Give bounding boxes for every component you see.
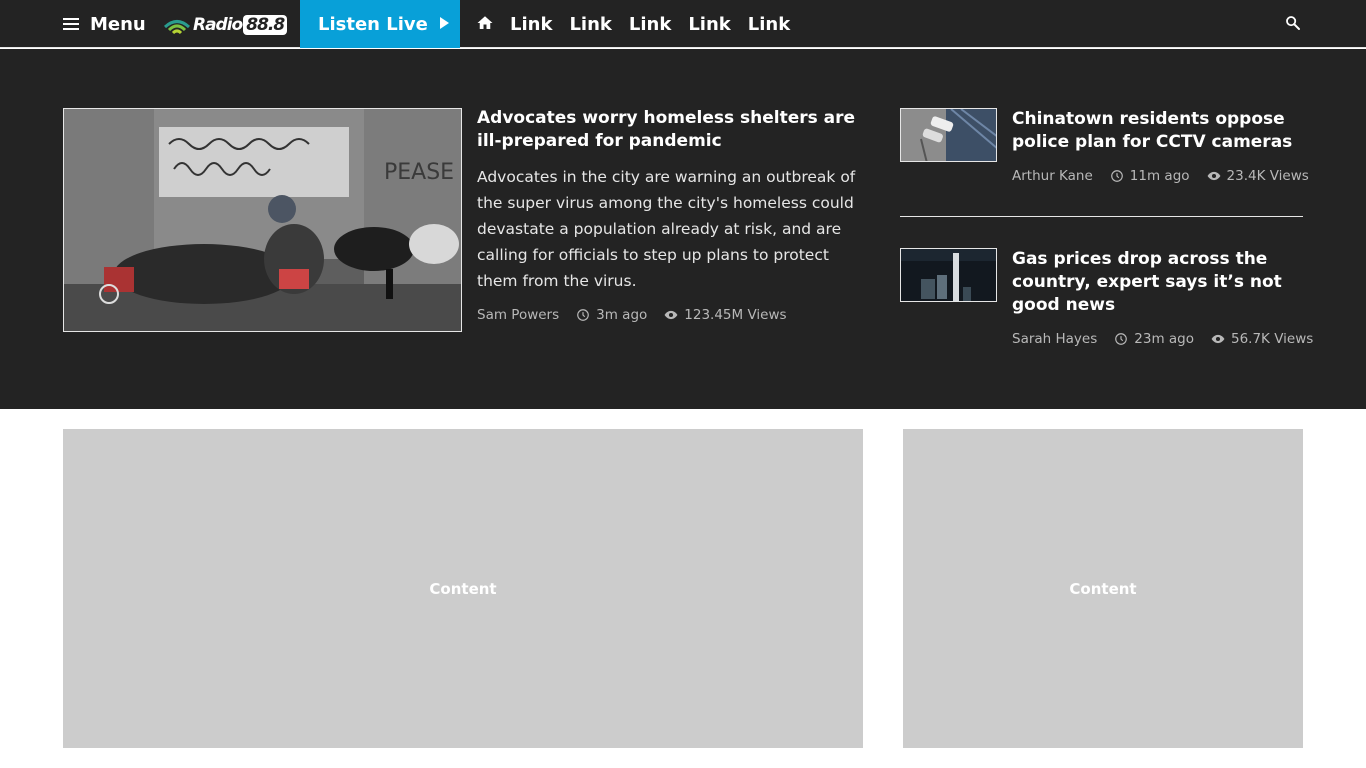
hamburger-icon: [63, 18, 79, 30]
logo-number: 88.8: [243, 15, 288, 35]
clock-icon: [577, 309, 589, 321]
eye-icon: [1211, 334, 1225, 344]
homeless-person-photo: PEASE: [64, 109, 461, 331]
nav-link-3[interactable]: Link: [629, 14, 671, 35]
side-article-meta-1: Arthur Kane 11m ago 23.4K Views: [1012, 168, 1309, 184]
article-time: 23m ago: [1134, 331, 1194, 347]
nav-link-1[interactable]: Link: [510, 14, 552, 35]
svg-text:PEASE: PEASE: [384, 160, 454, 185]
featured-article-title[interactable]: Advocates worry homeless shelters are il…: [477, 107, 872, 153]
side-article-title-2[interactable]: Gas prices drop across the country, expe…: [1012, 248, 1307, 317]
featured-article-meta: Sam Powers 3m ago 123.45M Views: [477, 307, 787, 323]
nav-link-5[interactable]: Link: [748, 14, 790, 35]
article-views: 56.7K Views: [1231, 331, 1314, 347]
menu-label: Menu: [90, 13, 146, 35]
side-article-meta-2: Sarah Hayes 23m ago 56.7K Views: [1012, 331, 1313, 347]
side-article-thumbnail-1[interactable]: [900, 108, 997, 162]
side-content-label: Content: [1069, 579, 1137, 598]
search-icon[interactable]: [1284, 14, 1302, 32]
radio-waves-icon: [163, 20, 191, 35]
side-article-title-1[interactable]: Chinatown residents oppose police plan f…: [1012, 108, 1307, 154]
clock-icon: [1110, 170, 1123, 182]
side-content-placeholder: Content: [903, 429, 1303, 748]
nav-links: Link Link Link Link Link: [510, 0, 807, 48]
logo-text: Radio: [193, 15, 243, 35]
listen-live-label: Listen Live: [318, 13, 428, 35]
main-content-label: Content: [429, 579, 497, 598]
listen-live-button[interactable]: Listen Live: [300, 0, 460, 48]
article-views: 123.45M Views: [684, 307, 787, 323]
eye-icon: [1207, 171, 1220, 181]
article-author: Sarah Hayes: [1012, 331, 1098, 347]
featured-article-description: Advocates in the city are warning an out…: [477, 168, 856, 290]
headlines-section: PEASE Advocates worry homeless shelters …: [0, 49, 1366, 409]
gas-station-photo: [901, 249, 996, 301]
play-icon: [439, 17, 449, 29]
article-divider: [900, 216, 1303, 217]
article-author: Arthur Kane: [1012, 168, 1093, 184]
side-article-thumbnail-2[interactable]: [900, 248, 997, 302]
nav-link-4[interactable]: Link: [688, 14, 730, 35]
home-icon[interactable]: [476, 14, 494, 32]
clock-icon: [1115, 333, 1128, 345]
article-time: 11m ago: [1129, 168, 1190, 184]
eye-icon: [664, 310, 678, 320]
main-content-placeholder: Content: [63, 429, 863, 748]
site-logo[interactable]: Radio 88.8: [163, 12, 288, 38]
top-nav: Menu Radio 88.8 Listen Live Link Link Li…: [0, 0, 1366, 48]
featured-article-image[interactable]: PEASE: [63, 108, 462, 332]
article-time: 3m ago: [596, 307, 648, 323]
menu-button[interactable]: Menu: [63, 0, 146, 48]
cctv-camera-photo: [901, 109, 996, 161]
article-author: Sam Powers: [477, 307, 560, 323]
article-views: 23.4K Views: [1226, 168, 1309, 184]
nav-link-2[interactable]: Link: [569, 14, 611, 35]
